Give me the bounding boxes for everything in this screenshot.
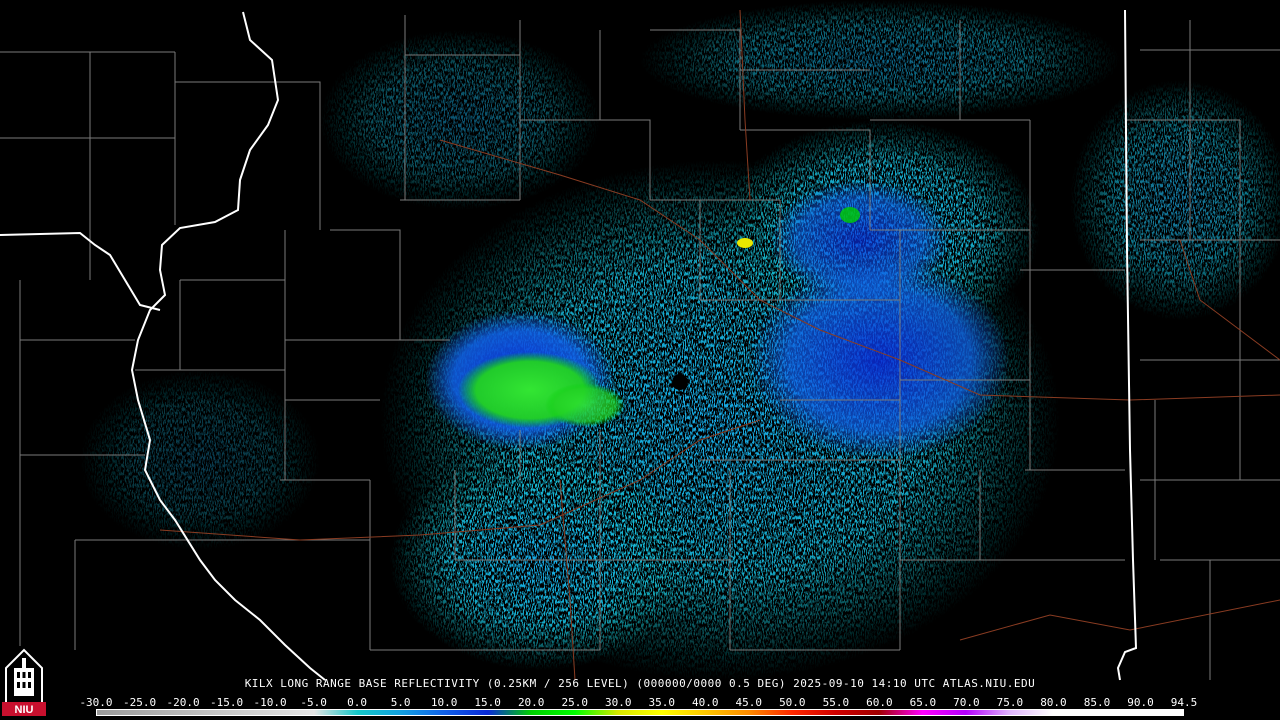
- scale-label: 75.0: [996, 696, 1024, 709]
- color-scale-labels: -30.0 -25.0 -20.0 -15.0 -10.0 -5.0 0.0 5.0 10.0 1…: [79, 696, 1197, 709]
- scale-label: 50.0: [779, 696, 806, 709]
- scale-label: 94.5: [1170, 696, 1198, 709]
- scale-label: -20.0: [166, 696, 200, 709]
- scale-label: 20.0: [517, 696, 545, 709]
- scale-label: -5.0: [300, 696, 327, 709]
- scale-label: 45.0: [735, 696, 763, 709]
- scale-label: 25.0: [561, 696, 588, 709]
- scale-label: 30.0: [604, 696, 632, 709]
- scale-label: -30.0: [79, 696, 113, 709]
- reflectivity-echoes: [80, 0, 1280, 680]
- scale-label: 85.0: [1083, 696, 1111, 709]
- scale-label: 15.0: [474, 696, 501, 709]
- scale-label: 35.0: [648, 696, 676, 709]
- scale-label: 55.0: [822, 696, 850, 709]
- scale-label: 40.0: [692, 696, 719, 709]
- scale-label: -15.0: [209, 696, 244, 709]
- scale-label: 60.0: [866, 696, 893, 709]
- scale-label: 80.0: [1040, 696, 1067, 709]
- scale-label: 0.0: [347, 696, 368, 709]
- scale-label: 90.0: [1127, 696, 1154, 709]
- scale-label: 65.0: [909, 696, 937, 709]
- color-scale-bar: [96, 709, 1184, 716]
- scale-label: 5.0: [390, 696, 411, 709]
- scale-label: 10.0: [430, 696, 458, 709]
- scale-label: -25.0: [122, 696, 157, 709]
- radar-map: [0, 0, 1280, 681]
- niu-logo: NIU: [2, 646, 46, 716]
- product-caption: KILX LONG RANGE BASE REFLECTIVITY (0.25K…: [244, 677, 1036, 690]
- logo-text: NIU: [15, 704, 34, 716]
- scale-label: -10.0: [253, 696, 287, 709]
- scale-label: 70.0: [953, 696, 980, 709]
